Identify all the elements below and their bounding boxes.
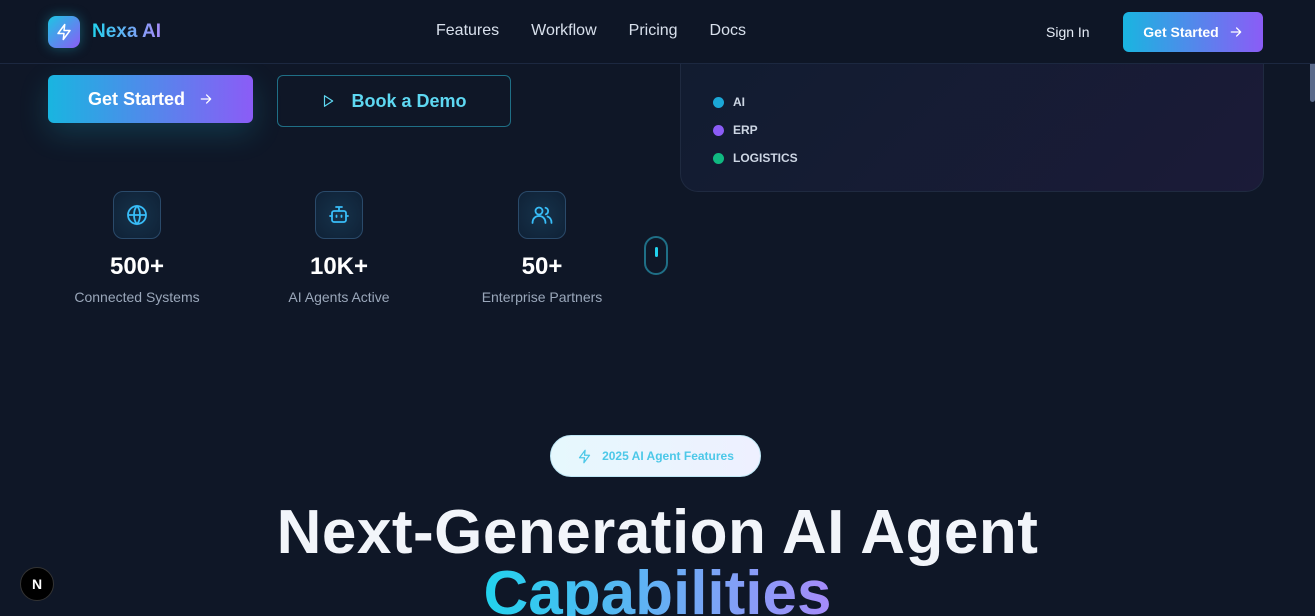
integration-legend: AI ERP LOGISTICS [713,88,798,172]
brand-name: Nexa AI [92,21,161,42]
features-badge-label: 2025 AI Agent Features [602,449,734,463]
book-demo-label: Book a Demo [351,90,467,111]
stat-value: 10K+ [309,253,369,280]
stat-connected-systems: 500+ Connected Systems [37,191,237,305]
nav-link-workflow[interactable]: Workflow [531,22,597,40]
arrow-right-icon [1230,27,1242,37]
nav-link-pricing[interactable]: Pricing [629,22,678,40]
nav-get-started-button[interactable]: Get Started [1123,12,1263,52]
legend-item-logistics: LOGISTICS [713,144,798,172]
sign-in-link[interactable]: Sign In [1046,24,1090,40]
stat-value: 500+ [109,253,165,280]
legend-dot [713,124,724,136]
arrow-right-icon [200,94,212,104]
stat-enterprise-partners: 50+ Enterprise Partners [442,191,642,305]
stat-label: AI Agents Active [288,289,390,305]
scroll-indicator[interactable] [644,236,668,275]
book-demo-button[interactable]: Book a Demo [277,75,511,127]
section-headline-highlight-row: Capabilities [0,556,1315,616]
stat-ai-agents: 10K+ AI Agents Active [239,191,439,305]
brand-logo[interactable]: Nexa AI [48,16,161,48]
legend-dot [713,96,724,108]
legend-label: ERP [733,123,758,137]
play-icon [324,95,334,107]
nav-link-docs[interactable]: Docs [710,22,746,40]
nav-get-started-label: Get Started [1143,24,1219,40]
section-headline-highlight: Capabilities [484,559,832,616]
stat-label: Enterprise Partners [481,289,603,305]
nav-links: Features Workflow Pricing Docs [436,22,746,40]
stat-value: 50+ [521,253,563,280]
legend-label: LOGISTICS [733,151,798,165]
bot-icon [315,191,363,239]
lightning-icon [48,16,80,48]
legend-item-erp: ERP [713,116,798,144]
legend-label: AI [733,95,745,109]
lightning-icon [578,449,591,463]
top-navbar: Nexa AI Features Workflow Pricing Docs S… [0,0,1315,64]
nav-link-features[interactable]: Features [436,22,499,40]
users-icon [518,191,566,239]
dev-tools-badge[interactable]: N [20,567,54,601]
hero-get-started-label: Get Started [87,88,186,109]
globe-icon [113,191,161,239]
legend-item-ai: AI [713,88,798,116]
hero-get-started-button[interactable]: Get Started [48,75,253,123]
legend-dot [713,152,724,164]
features-badge: 2025 AI Agent Features [550,435,761,477]
stat-label: Connected Systems [74,289,200,305]
